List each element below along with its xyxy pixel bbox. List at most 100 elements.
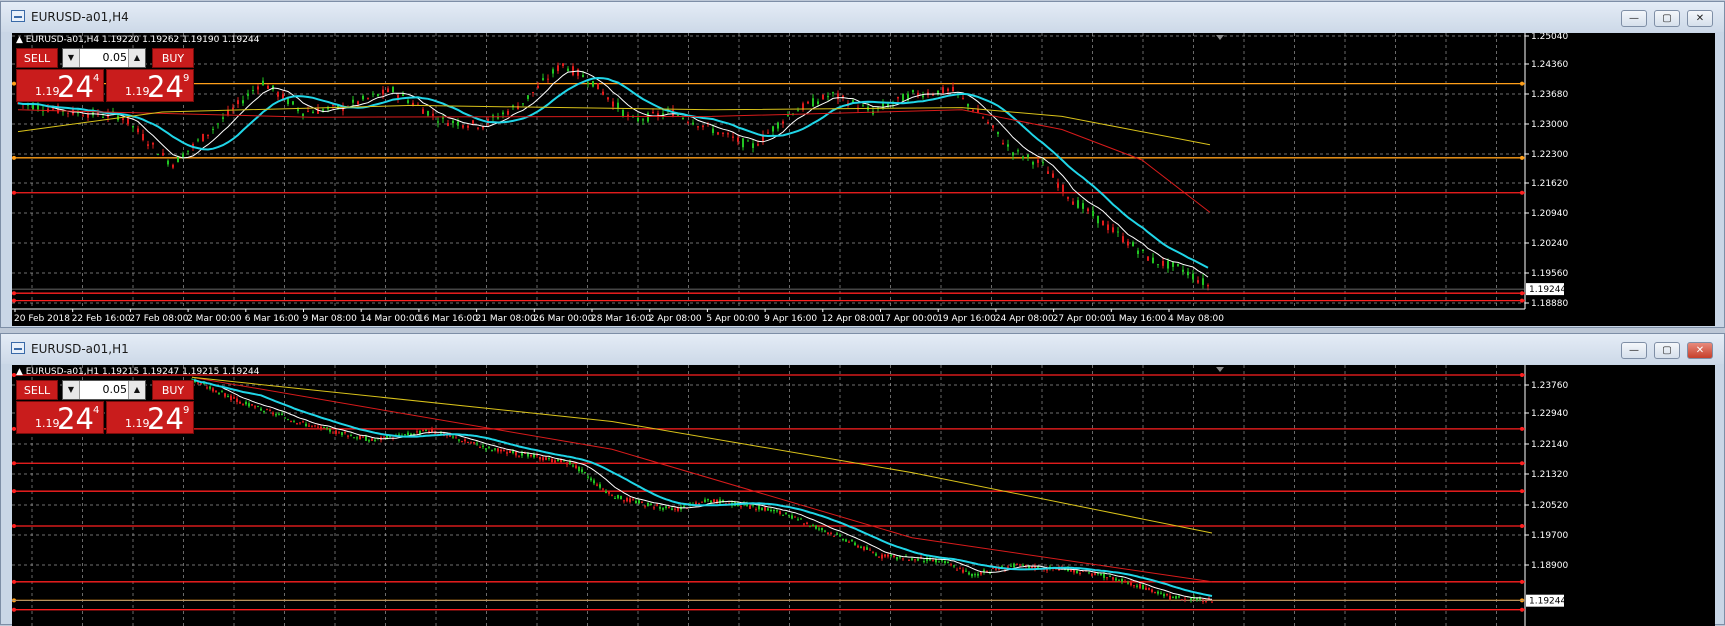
- candle-body: [755, 509, 757, 511]
- candle-body: [791, 515, 793, 519]
- price-chart[interactable]: 1.23760 1.22940 1.22140 1.21320 1.20520 1.197…: [12, 365, 1715, 626]
- candle-body: [1157, 591, 1159, 594]
- buy-price-button[interactable]: 1.19 24 9: [106, 69, 194, 104]
- candle-body: [607, 97, 609, 100]
- candle-body: [832, 92, 834, 94]
- candle-body: [352, 99, 354, 103]
- candle-body: [207, 134, 209, 136]
- candle-body: [232, 107, 234, 110]
- sell-price-button[interactable]: 1.19 24 4: [16, 401, 104, 436]
- buy-price-button[interactable]: 1.19 24 9: [106, 401, 194, 436]
- candle-body: [470, 442, 472, 444]
- candle-body: [665, 506, 667, 509]
- candle-body: [536, 455, 538, 457]
- candle-body: [692, 122, 694, 125]
- candle-body: [761, 508, 763, 511]
- candle-body: [812, 525, 814, 527]
- candle-body: [197, 139, 199, 141]
- maximize-button[interactable]: ▢: [1654, 342, 1680, 359]
- minimize-button[interactable]: —: [1621, 342, 1647, 359]
- candle-body: [837, 93, 839, 100]
- candle-body: [593, 480, 595, 484]
- candle-body: [467, 442, 469, 444]
- candle-body: [392, 87, 394, 93]
- candle-body: [1182, 269, 1184, 272]
- candle-body: [962, 569, 964, 573]
- candle-body: [777, 122, 779, 129]
- candle-body: [1102, 220, 1104, 226]
- candle-body: [971, 573, 973, 577]
- candle-body: [572, 66, 574, 76]
- candle-body: [542, 457, 544, 461]
- candle-body: [1137, 250, 1139, 254]
- chevron-down-icon[interactable]: ▼: [63, 381, 80, 399]
- candle-body: [452, 436, 454, 438]
- candle-body: [897, 96, 899, 99]
- moving-average-slow: [191, 376, 1213, 583]
- lot-size-input[interactable]: ▼ 0.05 ▲: [62, 48, 146, 68]
- candle-body: [362, 95, 364, 100]
- candle-body: [1022, 564, 1024, 566]
- candle-body: [764, 506, 766, 511]
- candle-body: [884, 554, 886, 557]
- chart-window-icon: [11, 10, 25, 22]
- title-bar[interactable]: EURUSD-a01,H1 — ▢ ✕: [1, 334, 1724, 364]
- chevron-up-icon[interactable]: ▲: [128, 381, 145, 399]
- price-chart[interactable]: 1.25040 1.24360 1.23680 1.23000 1.22300 1.216…: [12, 33, 1715, 326]
- lot-size-input[interactable]: ▼ 0.05 ▲: [62, 380, 146, 400]
- candle-body: [416, 431, 418, 433]
- level-line-anchor: [12, 607, 16, 612]
- candle-body: [377, 93, 379, 97]
- chart-canvas[interactable]: 1.23760 1.22940 1.22140 1.21320 1.20520 1.197…: [12, 365, 1715, 626]
- price-axis-label: 1.20940: [1531, 209, 1568, 219]
- candle-body: [1175, 596, 1177, 599]
- candle-body: [597, 82, 599, 90]
- close-button[interactable]: ✕: [1687, 10, 1713, 27]
- candle-body: [962, 97, 964, 99]
- price-axis-label: 1.23680: [1531, 90, 1568, 100]
- candle-body: [397, 95, 399, 99]
- candle-body: [682, 118, 684, 120]
- candle-body: [569, 461, 571, 465]
- candle-body: [557, 459, 559, 462]
- candle-body: [782, 514, 784, 516]
- sell-button[interactable]: SELL: [16, 380, 58, 400]
- candle-body: [67, 112, 69, 114]
- candle-body: [332, 432, 334, 434]
- chart-canvas[interactable]: 1.25040 1.24360 1.23680 1.23000 1.22300 1.216…: [12, 33, 1715, 326]
- sell-price-button[interactable]: 1.19 24 4: [16, 69, 104, 104]
- buy-price-pip: 9: [183, 73, 190, 84]
- chevron-up-icon[interactable]: ▲: [128, 49, 145, 67]
- candle-body: [102, 116, 104, 118]
- close-button[interactable]: ✕: [1687, 342, 1713, 359]
- sell-button[interactable]: SELL: [16, 48, 58, 68]
- chevron-down-icon[interactable]: ▼: [63, 49, 80, 67]
- candle-body: [803, 523, 805, 525]
- candle-body: [1172, 596, 1174, 598]
- candle-body: [653, 507, 655, 509]
- lot-size-value[interactable]: 0.05: [79, 51, 129, 64]
- sell-price-pip: 4: [93, 405, 100, 416]
- candle-body: [473, 442, 475, 444]
- price-axis-label: 1.25040: [1531, 33, 1568, 42]
- candle-body: [317, 108, 319, 114]
- buy-button[interactable]: BUY: [152, 380, 194, 400]
- candle-body: [974, 574, 976, 576]
- candle-body: [278, 413, 280, 415]
- minimize-button[interactable]: —: [1621, 10, 1647, 27]
- candle-body: [533, 454, 535, 458]
- candle-body: [815, 525, 817, 529]
- maximize-button[interactable]: ▢: [1654, 10, 1680, 27]
- level-line-anchor: [12, 155, 16, 160]
- buy-button[interactable]: BUY: [152, 48, 194, 68]
- candle-body: [997, 131, 999, 135]
- candle-body: [857, 545, 859, 548]
- price-axis-label: 1.24360: [1531, 60, 1568, 70]
- candle-body: [359, 435, 361, 439]
- candle-body: [770, 510, 772, 512]
- lot-size-value[interactable]: 0.05: [79, 383, 129, 396]
- candle-body: [236, 398, 238, 402]
- level-line-anchor: [12, 291, 16, 296]
- candle-body: [177, 156, 179, 163]
- title-bar[interactable]: EURUSD-a01,H4 — ▢ ✕: [1, 2, 1724, 32]
